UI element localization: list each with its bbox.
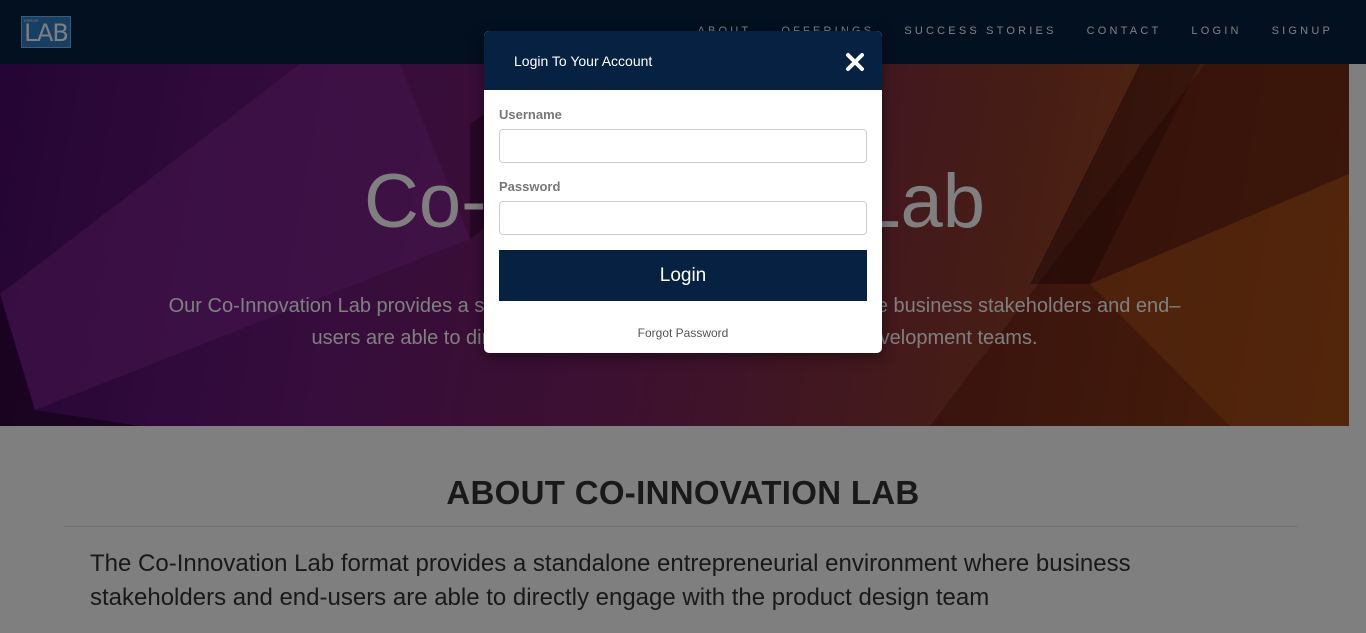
password-input[interactable] bbox=[499, 201, 867, 235]
password-label: Password bbox=[499, 179, 561, 194]
username-label: Username bbox=[499, 107, 562, 122]
modal-title: Login To Your Account bbox=[514, 53, 653, 69]
login-modal: Login To Your Account Username Password … bbox=[484, 31, 882, 353]
forgot-password-link[interactable]: Forgot Password bbox=[484, 326, 882, 340]
username-input[interactable] bbox=[499, 129, 867, 163]
login-button[interactable]: Login bbox=[499, 250, 867, 301]
close-icon[interactable] bbox=[842, 49, 868, 75]
modal-header: Login To Your Account bbox=[484, 31, 882, 90]
